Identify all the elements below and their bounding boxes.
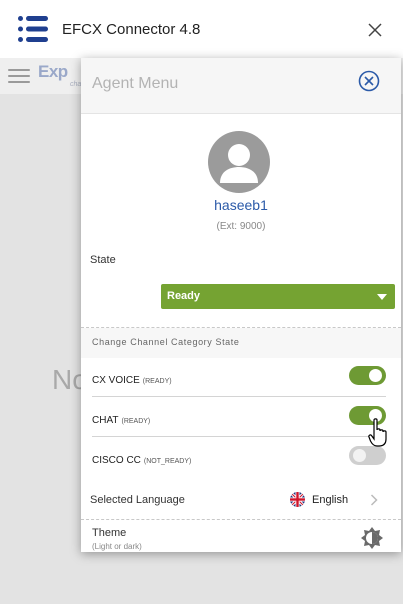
chevron-right-icon bbox=[370, 494, 378, 506]
channel-row-cisco-cc: CISCO CC (NOT_READY) bbox=[81, 439, 401, 477]
language-value: English bbox=[312, 494, 349, 506]
channel-status: (READY) bbox=[121, 418, 151, 425]
channel-section-title: Change Channel Category State bbox=[92, 337, 240, 347]
agent-menu-title: Agent Menu bbox=[92, 75, 179, 92]
channel-name: CHAT (READY) bbox=[92, 415, 151, 426]
language-selector[interactable]: Selected Language English bbox=[81, 483, 401, 518]
chevron-down-icon bbox=[377, 294, 387, 300]
state-value: Ready bbox=[167, 290, 201, 302]
window-title: EFCX Connector 4.8 bbox=[62, 21, 201, 38]
agent-menu-panel: Agent Menu haseeb1 (Ext: 9000) State Rea… bbox=[81, 58, 401, 552]
close-circle-icon[interactable] bbox=[358, 70, 380, 92]
agent-menu-header: Agent Menu bbox=[81, 58, 401, 114]
hamburger-menu-icon[interactable] bbox=[8, 69, 30, 84]
cisco-cc-toggle[interactable] bbox=[349, 446, 386, 465]
channel-section-heading: Change Channel Category State bbox=[81, 328, 401, 358]
window-close-icon[interactable] bbox=[365, 20, 385, 40]
theme-toggle-icon[interactable] bbox=[361, 527, 383, 549]
channel-name: CX VOICE (READY) bbox=[92, 375, 172, 386]
state-label: State bbox=[90, 254, 116, 266]
user-icon bbox=[220, 144, 258, 183]
theme-row: Theme (Light or dark) bbox=[81, 520, 401, 552]
agent-username: haseeb1 bbox=[214, 197, 268, 213]
channel-row-cx-voice: CX VOICE (READY) bbox=[81, 359, 401, 397]
background-logo-subtext: cha bbox=[70, 81, 82, 88]
chat-toggle[interactable] bbox=[349, 406, 386, 425]
channel-status: (NOT_READY) bbox=[143, 458, 192, 465]
background-logo: Exp bbox=[38, 62, 68, 81]
theme-sublabel: (Light or dark) bbox=[92, 542, 142, 551]
theme-label: Theme bbox=[92, 527, 127, 539]
language-label: Selected Language bbox=[90, 494, 185, 506]
cx-voice-toggle[interactable] bbox=[349, 366, 386, 385]
avatar bbox=[208, 131, 270, 193]
agent-extension: (Ext: 9000) bbox=[216, 221, 266, 232]
window-titlebar: EFCX Connector 4.8 bbox=[0, 0, 403, 59]
efcx-logo-icon bbox=[18, 16, 48, 42]
state-dropdown[interactable]: Ready bbox=[161, 284, 395, 309]
uk-flag-icon bbox=[290, 492, 305, 507]
channel-name: CISCO CC (NOT_READY) bbox=[92, 455, 192, 466]
channel-row-chat: CHAT (READY) bbox=[81, 399, 401, 437]
channel-status: (READY) bbox=[142, 378, 172, 385]
